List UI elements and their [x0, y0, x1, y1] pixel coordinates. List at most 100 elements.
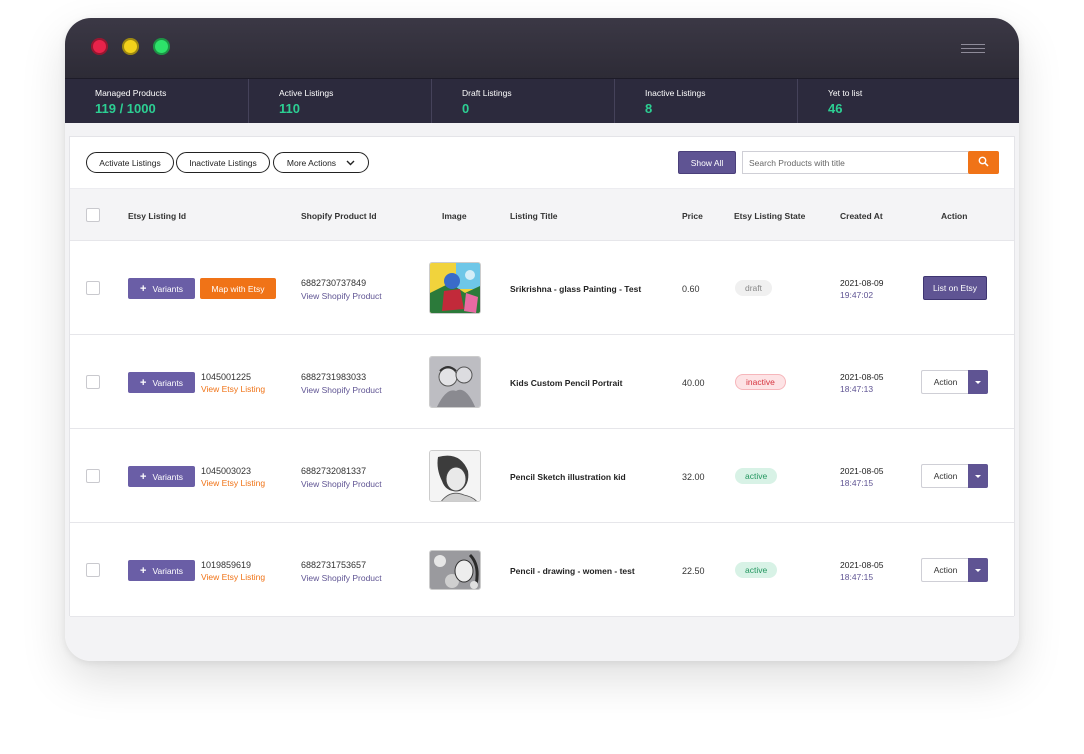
view-etsy-listing-link[interactable]: View Etsy Listing — [201, 384, 265, 394]
table-row: + Variants 1019859619 View Etsy Listing 6… — [70, 523, 1014, 617]
table-row: + Variants 1045001225 View Etsy Listing 6… — [70, 335, 1014, 429]
chevron-down-icon — [346, 158, 355, 168]
list-on-etsy-button[interactable]: List on Etsy — [923, 276, 987, 300]
plus-icon: + — [140, 564, 147, 577]
created-time: 19:47:02 — [840, 290, 874, 300]
search-input[interactable] — [742, 151, 971, 174]
plus-icon: + — [140, 282, 147, 295]
row-checkbox[interactable] — [86, 469, 100, 483]
column-header: Action — [941, 211, 968, 221]
caret-down-icon — [975, 474, 981, 478]
stat-draft-listings: Draft Listings 0 — [431, 79, 614, 124]
stat-label: Active Listings — [279, 88, 334, 98]
listing-title: Pencil Sketch illustration kid — [510, 472, 626, 482]
activate-listings-button[interactable]: Activate Listings — [86, 152, 174, 173]
listing-title: Pencil - drawing - women - test — [510, 566, 635, 576]
stat-yet-to-list: Yet to list 46 — [797, 79, 980, 124]
status-badge: active — [735, 562, 778, 578]
status-badge: draft — [735, 280, 773, 296]
row-checkbox[interactable] — [86, 375, 100, 389]
action-button[interactable]: Action — [921, 464, 969, 488]
created-date: 2021-08-05 — [840, 372, 884, 382]
view-shopify-product-link[interactable]: View Shopify Product — [301, 385, 382, 395]
created-time: 18:47:15 — [840, 572, 874, 582]
etsy-listing-id: 1045003023 — [201, 466, 252, 476]
product-image — [429, 550, 481, 590]
caret-down-icon — [975, 568, 981, 572]
action-dropdown-toggle[interactable] — [968, 558, 988, 582]
stats-bar: Managed Products 119 / 1000 Active Listi… — [65, 78, 1019, 124]
map-with-etsy-button[interactable]: Map with Etsy — [200, 278, 276, 299]
created-date: 2021-08-09 — [840, 278, 884, 288]
column-header: Shopify Product Id — [301, 211, 377, 221]
action-button[interactable]: Action — [921, 370, 969, 394]
action-dropdown-toggle[interactable] — [968, 464, 988, 488]
stat-value: 0 — [462, 101, 470, 116]
plus-icon: + — [140, 376, 147, 389]
window-titlebar — [65, 18, 1019, 78]
stat-label: Draft Listings — [462, 88, 512, 98]
show-all-button[interactable]: Show All — [678, 151, 736, 174]
stat-value: 110 — [279, 101, 300, 116]
product-image — [429, 356, 481, 408]
status-badge: active — [735, 468, 778, 484]
stat-value: 119 / 1000 — [95, 101, 156, 116]
stat-label: Inactive Listings — [645, 88, 706, 98]
inactivate-listings-button[interactable]: Inactivate Listings — [176, 152, 270, 173]
stat-value: 8 — [645, 101, 653, 116]
column-header: Image — [442, 211, 467, 221]
row-checkbox[interactable] — [86, 281, 100, 295]
variants-label: Variants — [152, 471, 183, 482]
price: 0.60 — [682, 284, 700, 294]
action-dropdown-toggle[interactable] — [968, 370, 988, 394]
column-header: Etsy Listing State — [734, 211, 806, 221]
created-time: 18:47:15 — [840, 478, 874, 488]
shopify-product-id: 6882731983033 — [301, 372, 367, 382]
minimize-window-button[interactable] — [122, 38, 139, 55]
shopify-product-id: 6882731753657 — [301, 560, 367, 570]
etsy-listing-id: 1045001225 — [201, 372, 252, 382]
stat-managed-products: Managed Products 119 / 1000 — [65, 79, 248, 124]
view-etsy-listing-link[interactable]: View Etsy Listing — [201, 478, 265, 488]
more-actions-label: More Actions — [286, 157, 337, 168]
maximize-window-button[interactable] — [153, 38, 170, 55]
stat-label: Yet to list — [828, 88, 863, 98]
variants-label: Variants — [152, 377, 183, 388]
close-window-button[interactable] — [91, 38, 108, 55]
view-shopify-product-link[interactable]: View Shopify Product — [301, 573, 382, 583]
more-actions-dropdown[interactable]: More Actions — [273, 152, 369, 173]
variants-button[interactable]: + Variants — [128, 278, 195, 299]
table-row: + Variants 1045003023 View Etsy Listing 6… — [70, 429, 1014, 523]
app-window: Managed Products 119 / 1000 Active Listi… — [65, 18, 1019, 661]
product-image — [429, 450, 481, 502]
action-button[interactable]: Action — [921, 558, 969, 582]
price: 40.00 — [682, 378, 705, 388]
search-button[interactable] — [968, 151, 999, 174]
row-checkbox[interactable] — [86, 563, 100, 577]
listing-title: Srikrishna - glass Painting - Test — [510, 284, 642, 294]
menu-icon[interactable] — [961, 44, 985, 56]
column-header: Created At — [840, 211, 883, 221]
view-shopify-product-link[interactable]: View Shopify Product — [301, 479, 382, 489]
price: 32.00 — [682, 472, 705, 482]
table-header: Etsy Listing Id Shopify Product Id Image… — [70, 188, 1014, 241]
view-etsy-listing-link[interactable]: View Etsy Listing — [201, 572, 265, 582]
main-content: Activate Listings Inactivate Listings Mo… — [65, 123, 1019, 661]
product-image — [429, 262, 481, 314]
stat-inactive-listings: Inactive Listings 8 — [614, 79, 797, 124]
price: 22.50 — [682, 566, 705, 576]
shopify-product-id: 6882732081337 — [301, 466, 367, 476]
column-header: Listing Title — [510, 211, 558, 221]
variants-button[interactable]: + Variants — [128, 560, 195, 581]
view-shopify-product-link[interactable]: View Shopify Product — [301, 291, 382, 301]
created-date: 2021-08-05 — [840, 466, 884, 476]
variants-label: Variants — [152, 283, 183, 294]
caret-down-icon — [975, 380, 981, 384]
variants-label: Variants — [152, 565, 183, 576]
plus-icon: + — [140, 470, 147, 483]
search-icon — [978, 154, 989, 172]
select-all-checkbox[interactable] — [86, 208, 100, 222]
column-header: Etsy Listing Id — [128, 211, 187, 221]
variants-button[interactable]: + Variants — [128, 466, 195, 487]
variants-button[interactable]: + Variants — [128, 372, 195, 393]
